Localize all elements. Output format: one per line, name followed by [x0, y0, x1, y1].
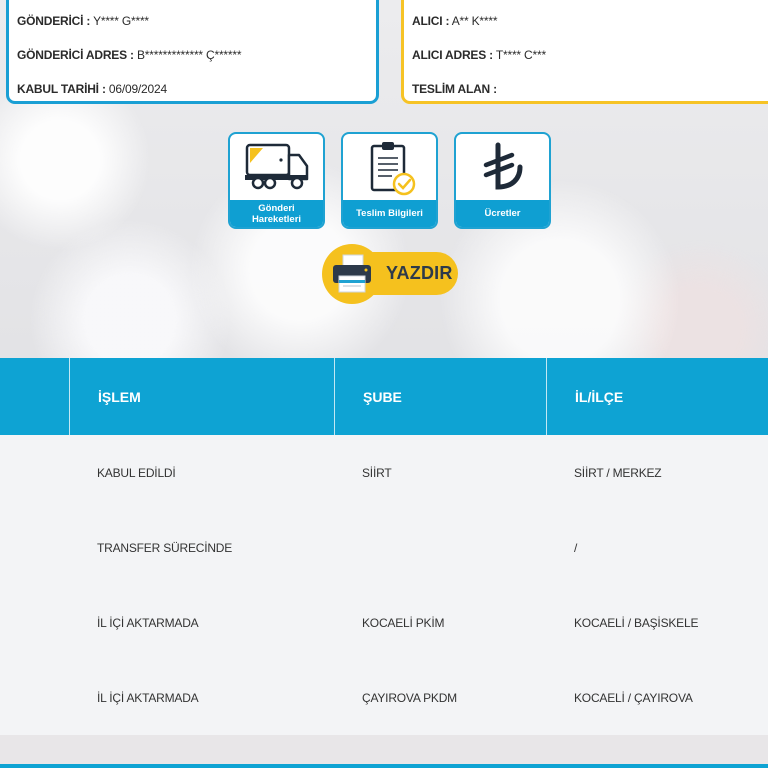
fees-tile[interactable]: Ücretler — [454, 132, 551, 229]
table-cell-branch: KOCAELİ PKİM — [362, 615, 445, 630]
table-header-province-district: İL/İLÇE — [546, 358, 768, 435]
table-cell-operation: KABUL EDİLDİ — [97, 465, 176, 480]
table-header-cell — [0, 358, 69, 435]
table-header: İŞLEM ŞUBE İL/İLÇE — [0, 358, 768, 435]
receiver-address-row: ALICI ADRES : T**** C*** — [412, 38, 768, 72]
table-row: TRANSFER SÜRECİNDE / — [0, 510, 768, 585]
sender-value: Y**** G**** — [93, 14, 149, 28]
tile-label: Gönderi Hareketleri — [230, 200, 323, 227]
delivered-to-row: TESLİM ALAN : — [412, 72, 768, 106]
table-cell-province-district: / — [574, 540, 578, 555]
sender-row: GÖNDERİCİ : Y**** G**** — [17, 4, 376, 38]
table-row: KABUL EDİLDİ SİİRT SİİRT / MERKEZ — [0, 435, 768, 510]
receiver-address-label: ALICI ADRES : — [412, 48, 493, 62]
tracking-table: İŞLEM ŞUBE İL/İLÇE KABUL EDİLDİ SİİRT Sİ… — [0, 358, 768, 735]
table-header-operation: İŞLEM — [69, 358, 334, 435]
clipboard-check-icon — [343, 134, 436, 202]
print-button[interactable]: YAZDIR — [322, 244, 458, 304]
delivered-to-label: TESLİM ALAN : — [412, 82, 497, 96]
sender-address-value: B************* Ç****** — [136, 48, 242, 62]
table-cell-branch: SİİRT — [362, 465, 392, 480]
table-cell-province-district: KOCAELİ / BAŞİSKELE — [574, 615, 699, 630]
acceptance-date-row: KABUL TARİHİ : 06/09/2024 — [17, 72, 376, 106]
tile-label: Ücretler — [456, 200, 549, 227]
action-tiles: Gönderi Hareketleri Teslim Bilgileri Ücr… — [228, 132, 551, 229]
bottom-divider — [0, 764, 768, 768]
delivery-info-tile[interactable]: Teslim Bilgileri — [341, 132, 438, 229]
table-cell-operation: İL İÇİ AKTARMADA — [97, 690, 199, 705]
table-header-branch: ŞUBE — [334, 358, 546, 435]
printer-icon — [331, 252, 373, 301]
table-cell-province-district: KOCAELİ / ÇAYIROVA — [574, 690, 693, 705]
table-cell-province-district: SİİRT / MERKEZ — [574, 465, 662, 480]
receiver-value: A** K**** — [451, 14, 498, 28]
table-row: İL İÇİ AKTARMADA KOCAELİ PKİM KOCAELİ / … — [0, 585, 768, 660]
truck-icon — [230, 134, 323, 202]
sender-address-label: GÖNDERİCİ ADRES : — [17, 48, 134, 62]
acceptance-date-value: 06/09/2024 — [108, 82, 167, 96]
sender-address-row: GÖNDERİCİ ADRES : B************* Ç****** — [17, 38, 376, 72]
table-row: İL İÇİ AKTARMADA ÇAYIROVA PKDM KOCAELİ /… — [0, 660, 768, 735]
sender-label: GÖNDERİCİ : — [17, 14, 91, 28]
table-cell-branch: ÇAYIROVA PKDM — [362, 690, 457, 705]
receiver-address-value: T**** C*** — [495, 48, 546, 62]
table-body: KABUL EDİLDİ SİİRT SİİRT / MERKEZ TRANSF… — [0, 435, 768, 735]
lira-icon — [456, 134, 549, 202]
receiver-card: ALICI : A** K**** ALICI ADRES : T**** C*… — [401, 0, 768, 104]
sender-card: GÖNDERİCİ : Y**** G**** GÖNDERİCİ ADRES … — [6, 0, 379, 104]
acceptance-date-label: KABUL TARİHİ : — [17, 82, 106, 96]
table-cell-operation: İL İÇİ AKTARMADA — [97, 615, 199, 630]
receiver-row: ALICI : A** K**** — [412, 4, 768, 38]
receiver-label: ALICI : — [412, 14, 450, 28]
tile-label: Teslim Bilgileri — [343, 200, 436, 227]
shipment-movements-tile[interactable]: Gönderi Hareketleri — [228, 132, 325, 229]
print-button-label: YAZDIR — [386, 263, 453, 283]
table-cell-operation: TRANSFER SÜRECİNDE — [97, 540, 233, 555]
